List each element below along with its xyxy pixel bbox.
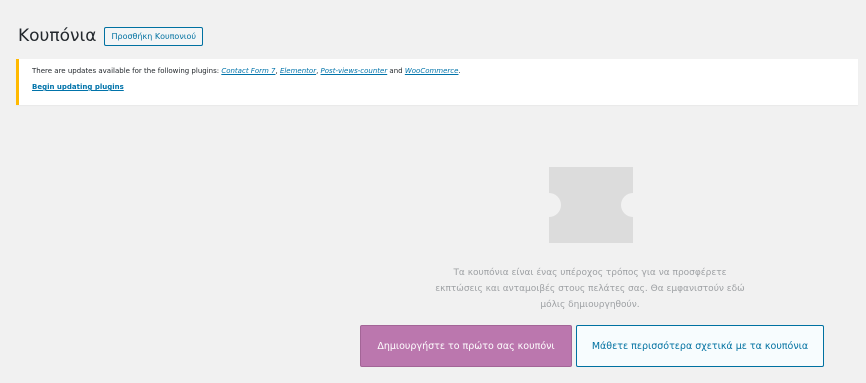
plugin-link-post-views-counter[interactable]: Post-views-counter xyxy=(321,67,388,75)
add-coupon-button[interactable]: Προσθήκη Κουπονιού xyxy=(104,26,204,46)
plugin-link-elementor[interactable]: Elementor xyxy=(280,67,316,75)
empty-state-line: εκπτώσεις και ανταμοιβές στους πελάτες σ… xyxy=(435,284,745,294)
page-title: Κουπόνια xyxy=(18,26,97,46)
plugin-update-notice: There are updates available for the foll… xyxy=(16,59,858,105)
empty-state-line: Τα κουπόνια είναι ένας υπέροχος τρόπος γ… xyxy=(453,268,727,278)
notice-message: There are updates available for the foll… xyxy=(32,67,461,75)
empty-state-text: Τα κουπόνια είναι ένας υπέροχος τρόπος γ… xyxy=(420,265,760,313)
learn-more-coupons-button[interactable]: Μάθετε περισσότερα σχετικά με τα κουπόνι… xyxy=(576,325,824,367)
begin-updating-plugins-link[interactable]: Begin updating plugins xyxy=(32,83,124,91)
page-header: Κουπόνια Προσθήκη Κουπονιού xyxy=(18,26,204,46)
plugin-link-woocommerce[interactable]: WooCommerce xyxy=(405,67,459,75)
coupon-ticket-icon xyxy=(549,167,633,243)
plugin-link-contact-form-7[interactable]: Contact Form 7 xyxy=(221,67,275,75)
empty-state-line: μόλις δημιουργηθούν. xyxy=(540,300,640,310)
notice-intro-text: There are updates available for the foll… xyxy=(32,67,222,75)
create-first-coupon-button[interactable]: Δημιουργήστε το πρώτο σας κουπόνι xyxy=(360,325,572,367)
